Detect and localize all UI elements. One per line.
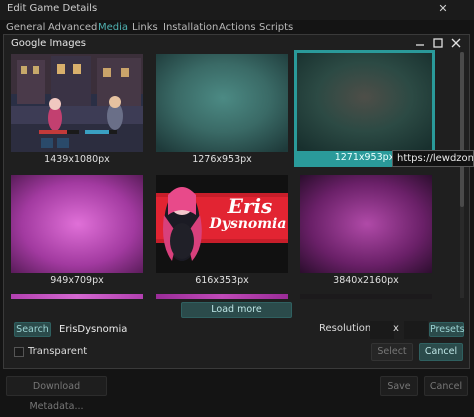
- tab-general[interactable]: General: [6, 22, 45, 33]
- background-close-icon[interactable]: ✕: [436, 2, 450, 16]
- resolution-width-input[interactable]: [370, 321, 394, 339]
- image-size-caption: 616x353px: [195, 275, 249, 286]
- resolution-label: Resolution:: [319, 323, 375, 334]
- logo-line-1: Eris: [227, 194, 273, 218]
- tab-advanced[interactable]: Advanced: [48, 22, 97, 33]
- tab-actions[interactable]: Actions: [219, 22, 256, 33]
- background-window-title: Edit Game Details: [7, 3, 98, 14]
- image-result-1[interactable]: 1439x1080px: [10, 53, 144, 169]
- image-size-caption: 1276x953px: [192, 154, 252, 165]
- game-scene-thumbnail: [11, 54, 143, 152]
- magenta-strip-thumbnail: [11, 294, 143, 299]
- grid-scrollbar-thumb[interactable]: [460, 52, 464, 207]
- dialog-title: Google Images: [11, 38, 86, 49]
- dark-strip-thumbnail: [300, 294, 432, 299]
- transparent-checkbox[interactable]: [14, 347, 24, 357]
- eris-logo-thumbnail: Eris Dysnomia: [156, 175, 288, 273]
- presets-button[interactable]: Presets: [429, 322, 465, 337]
- teal-blur-thumbnail: [156, 54, 288, 152]
- image-result-7[interactable]: [10, 293, 144, 299]
- logo-line-2: Dysnomia: [209, 216, 287, 232]
- background-save-button[interactable]: Save: [380, 376, 418, 396]
- image-size-caption: 949x709px: [50, 275, 104, 286]
- transparent-label: Transparent: [28, 346, 88, 357]
- image-size-caption: 3840x2160px: [333, 275, 399, 286]
- image-result-6[interactable]: 3840x2160px: [299, 174, 433, 290]
- image-size-caption: 1439x1080px: [44, 154, 110, 165]
- magenta-blur-thumbnail: [11, 175, 143, 273]
- search-input[interactable]: [56, 321, 262, 337]
- minimize-icon[interactable]: [413, 36, 427, 50]
- load-more-button[interactable]: Load more: [181, 302, 292, 318]
- tab-media[interactable]: Media: [98, 22, 128, 33]
- purple-blur-thumbnail: [300, 175, 432, 273]
- tab-installation[interactable]: Installation: [163, 22, 218, 33]
- cancel-button[interactable]: Cancel: [419, 343, 463, 361]
- tab-links[interactable]: Links: [132, 22, 158, 33]
- close-icon[interactable]: [449, 36, 463, 50]
- maximize-icon[interactable]: [431, 36, 445, 50]
- url-tooltip: https://lewdzone.c: [392, 150, 474, 167]
- image-result-4[interactable]: 949x709px: [10, 174, 144, 290]
- image-result-9[interactable]: [299, 293, 433, 299]
- teal-dark-blur-thumbnail: [297, 53, 432, 151]
- download-metadata-button[interactable]: Download Metadata...: [6, 376, 107, 412]
- image-result-2[interactable]: 1276x953px: [155, 53, 289, 169]
- select-button[interactable]: Select: [371, 343, 413, 361]
- background-cancel-button[interactable]: Cancel: [424, 376, 468, 396]
- image-result-5[interactable]: Eris Dysnomia 616x353px: [155, 174, 289, 290]
- image-results-grid: 1439x1080px 1276x953px 1271x953px 949x70…: [7, 50, 464, 299]
- tab-scripts[interactable]: Scripts: [259, 22, 293, 33]
- resolution-height-input[interactable]: [404, 321, 428, 339]
- search-button[interactable]: Search: [14, 322, 51, 337]
- magenta-strip-thumbnail: [156, 294, 288, 299]
- image-result-8[interactable]: [155, 293, 289, 299]
- resolution-separator: x: [393, 323, 399, 334]
